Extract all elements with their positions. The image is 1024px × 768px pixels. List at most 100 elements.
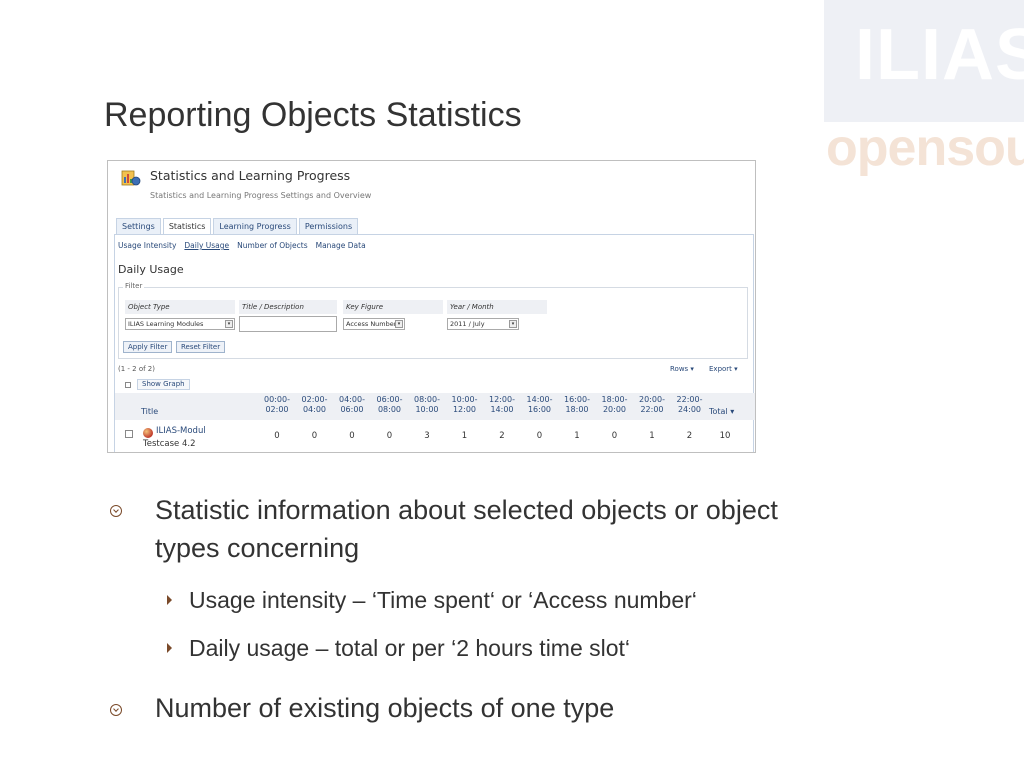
time-slot-header[interactable]: 16:00- 18:00 <box>561 395 593 415</box>
row-title-link[interactable]: ILIAS-Modul <box>156 426 206 436</box>
row-value-cell: 2 <box>686 431 693 441</box>
time-slot-end: 12:00 <box>452 405 477 414</box>
time-slot-header[interactable]: 20:00- 22:00 <box>636 395 668 415</box>
time-slot-start: 22:00- <box>676 395 703 404</box>
slide-title: Reporting Objects Statistics <box>104 96 522 134</box>
time-slot-start: 18:00- <box>601 395 628 404</box>
app-title: Statistics and Learning Progress <box>150 168 351 183</box>
title-column-header[interactable]: Title <box>141 407 158 417</box>
logo-text-opensource: opensource <box>826 119 1024 177</box>
time-slot-header[interactable]: 14:00- 16:00 <box>524 395 556 415</box>
tab-bar: Settings Statistics Learning Progress Pe… <box>116 218 359 235</box>
time-slot-end: 10:00 <box>415 405 439 414</box>
key-figure-value: Access Number <box>346 320 397 328</box>
bullet-line-1: Statistic information about selected obj… <box>155 495 778 525</box>
row-value-cell: 1 <box>574 431 580 441</box>
time-slot-header[interactable]: 10:00- 12:00 <box>449 395 481 415</box>
time-slot-start: 16:00- <box>564 395 590 404</box>
tab-settings[interactable]: Settings <box>116 218 161 235</box>
row-value-cell: 0 <box>536 431 543 441</box>
time-slot-start: 00:00- <box>264 395 290 404</box>
time-slot-header[interactable]: 22:00- 24:00 <box>674 395 706 415</box>
subtab-usage-intensity[interactable]: Usage Intensity <box>118 241 176 250</box>
show-graph-button[interactable]: Show Graph <box>137 379 190 390</box>
object-type-label: Object Type <box>125 300 235 314</box>
tab-permissions[interactable]: Permissions <box>298 218 359 235</box>
row-value-cell: 0 <box>274 431 280 441</box>
row-value-cell: 1 <box>649 431 655 441</box>
year-month-value: 2011 / July <box>450 320 485 328</box>
time-slot-header[interactable]: 18:00- 20:00 <box>599 395 631 415</box>
row-total: 10 <box>719 431 731 441</box>
time-slot-start: 12:00- <box>489 395 515 404</box>
subtab-daily-usage[interactable]: Daily Usage <box>184 241 229 250</box>
total-column-header[interactable]: Total ▾ <box>709 407 734 417</box>
title-description-label: Title / Description <box>239 300 337 314</box>
subtab-manage-data[interactable]: Manage Data <box>316 241 366 250</box>
bullet-number-of-objects: Number of existing objects of one type <box>155 693 615 723</box>
bullet-line-2: types concerning <box>155 533 360 563</box>
statistics-screenshot: Statistics and Learning Progress Statist… <box>107 160 756 453</box>
app-subtitle: Statistics and Learning Progress Setting… <box>150 191 372 200</box>
tab-statistics[interactable]: Statistics <box>162 218 212 235</box>
row-value-cell: 3 <box>424 431 430 441</box>
row-value-cell: 1 <box>461 431 468 441</box>
time-slot-header[interactable]: 02:00- 04:00 <box>299 395 331 415</box>
filter-box: Filter Object Type ILIAS Learning Module… <box>118 282 748 359</box>
object-type-select[interactable]: ILIAS Learning Modules ▾ <box>125 318 235 330</box>
filter-key-figure: Key Figure Access Number ▾ <box>343 300 443 330</box>
apply-filter-button[interactable]: Apply Filter <box>123 341 173 353</box>
bullet-marker-icon <box>110 505 122 517</box>
select-all-checkbox[interactable] <box>125 382 131 388</box>
subtab-bar: Usage Intensity Daily Usage Number of Ob… <box>118 241 366 250</box>
time-slot-header[interactable]: 00:00- 02:00 <box>261 395 293 415</box>
sub-bullet-usage-intensity: Usage intensity – ‘Time spent‘ or ‘Acces… <box>189 587 697 613</box>
logo-background <box>824 0 1024 122</box>
reset-filter-button[interactable]: Reset Filter <box>176 341 226 353</box>
year-month-label: Year / Month <box>447 300 547 314</box>
export-menu[interactable]: Export ▾ <box>709 365 738 373</box>
statistics-content: Usage Intensity Daily Usage Number of Ob… <box>114 234 755 452</box>
row-value-cell: 0 <box>349 431 355 441</box>
tab-learning-progress[interactable]: Learning Progress <box>213 218 297 235</box>
row-value-cell: 2 <box>499 431 505 441</box>
time-slot-start: 08:00- <box>414 395 440 404</box>
chevron-down-icon: ▾ <box>395 320 403 328</box>
row-value-cell: 0 <box>611 431 618 441</box>
time-slot-end: 04:00 <box>302 405 327 414</box>
rows-menu[interactable]: Rows ▾ <box>670 365 694 373</box>
filter-object-type: Object Type ILIAS Learning Modules ▾ <box>125 300 235 330</box>
row-checkbox[interactable] <box>125 430 133 438</box>
panel-title: Daily Usage <box>118 263 184 276</box>
time-slot-end: 02:00 <box>265 405 289 414</box>
bullet-marker-icon <box>110 704 122 716</box>
time-slot-start: 04:00- <box>339 395 365 404</box>
time-slot-end: 16:00 <box>527 405 552 414</box>
time-slot-start: 14:00- <box>526 395 553 404</box>
time-slot-header[interactable]: 08:00- 10:00 <box>411 395 443 415</box>
time-slot-header[interactable]: 12:00- 14:00 <box>486 395 518 415</box>
time-slot-end: 06:00 <box>340 405 364 414</box>
time-slot-header[interactable]: 06:00- 08:00 <box>374 395 406 415</box>
filter-title: Title / Description <box>239 300 337 332</box>
table-range: (1 - 2 of 2) <box>118 365 155 373</box>
object-type-value: ILIAS Learning Modules <box>128 320 204 328</box>
learning-module-icon <box>143 428 153 438</box>
key-figure-label: Key Figure <box>343 300 443 314</box>
year-month-select[interactable]: 2011 / July ▾ <box>447 318 519 330</box>
sub-bullet-daily-usage: Daily usage – total or per ‘2 hours time… <box>189 635 631 661</box>
subtab-number-of-objects[interactable]: Number of Objects <box>237 241 307 250</box>
time-slot-header[interactable]: 04:00- 06:00 <box>336 395 368 415</box>
filter-year-month: Year / Month 2011 / July ▾ <box>447 300 547 330</box>
bullet-statistic-info: Statistic information about selected obj… <box>155 491 778 567</box>
time-slot-start: 06:00- <box>376 395 403 404</box>
statistics-app-icon <box>121 170 141 186</box>
title-description-input[interactable] <box>239 316 337 332</box>
time-slot-start: 02:00- <box>301 395 328 404</box>
key-figure-select[interactable]: Access Number ▾ <box>343 318 405 330</box>
time-slot-end: 20:00 <box>602 405 627 414</box>
table-header: Title 00:00- 02:00 02:00- 04:00 04:00- 06:00 0… <box>115 393 755 420</box>
sub-bullet-marker-icon <box>167 595 172 605</box>
filter-legend: Filter <box>123 282 145 290</box>
sub-bullet-marker-icon <box>167 643 172 653</box>
